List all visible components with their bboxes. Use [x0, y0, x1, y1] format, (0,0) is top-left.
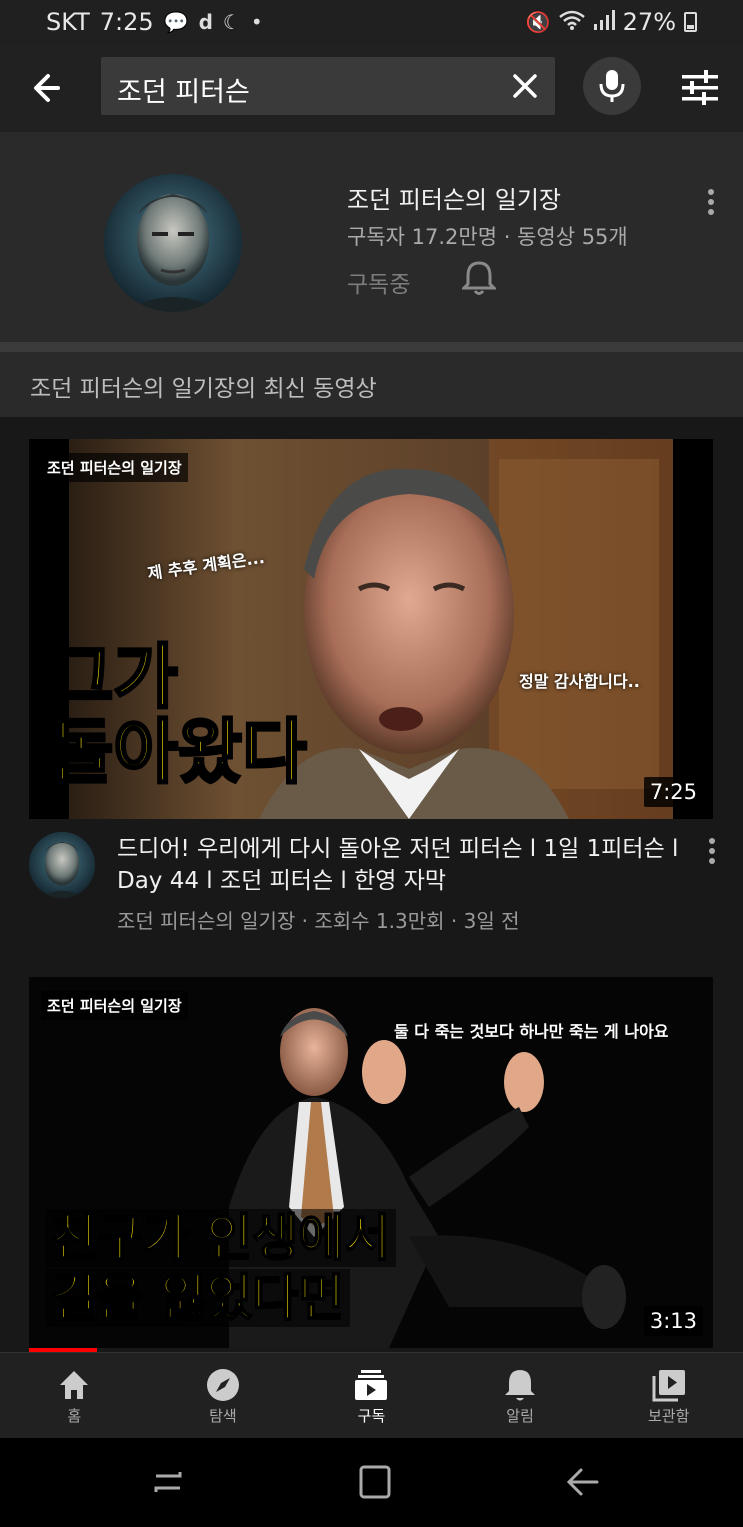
wifi-icon	[558, 10, 585, 35]
home-button-icon[interactable]	[355, 1464, 395, 1500]
recent-apps-icon[interactable]	[148, 1464, 188, 1500]
section-header: 조던 피터슨의 일기장의 최신 동영상	[0, 352, 743, 417]
channel-name[interactable]: 조던 피터슨의 일기장	[347, 180, 561, 215]
search-query: 조던 피터슨	[117, 77, 250, 108]
compass-icon	[206, 1369, 239, 1401]
subscribe-state-button[interactable]: 구독중	[347, 265, 410, 299]
channel-stats: 구독자 17.2만명 · 동영상 55개	[347, 225, 628, 249]
back-button-icon[interactable]	[563, 1464, 603, 1500]
bell-icon[interactable]	[460, 260, 498, 296]
duration-badge: 7:25	[643, 777, 703, 807]
mic-icon	[599, 70, 625, 102]
search-input[interactable]: 조던 피터슨	[101, 57, 555, 115]
bell-icon	[505, 1370, 536, 1401]
thumbnail-channel-label: 조던 피터슨의 일기장	[41, 453, 188, 482]
video-channel-avatar[interactable]	[29, 832, 95, 898]
signal-icon	[593, 9, 615, 35]
nav-item-home[interactable]: 홈	[0, 1353, 149, 1438]
filter-icon[interactable]	[680, 68, 720, 108]
home-icon	[60, 1371, 89, 1399]
mute-icon: 🔇	[525, 10, 551, 34]
bottom-nav: 홈 탐색 구독 알림 보관함	[0, 1352, 743, 1438]
nav-label: 탐색	[209, 1407, 237, 1425]
thumbnail-caption: 정말 감사합니다..	[519, 672, 640, 691]
library-icon	[652, 1370, 685, 1402]
carrier-label: SKT	[46, 8, 90, 36]
thumbnail-headline: 길을 잃었다면	[45, 1268, 351, 1328]
divider	[0, 342, 743, 352]
nav-label: 보관함	[647, 1407, 690, 1425]
duration-badge: 3:13	[643, 1306, 703, 1336]
thumbnail-headline: 돌아왔다	[48, 711, 309, 793]
nav-item-explore[interactable]: 탐색	[149, 1353, 298, 1438]
back-arrow-icon[interactable]	[28, 68, 72, 108]
thumbnail-headline: 그가	[48, 636, 180, 718]
mic-button[interactable]	[583, 57, 641, 115]
video-meta: 조던 피터슨의 일기장 · 조회수 1.3만회 · 3일 전	[117, 909, 520, 933]
thumbnail-channel-label: 조던 피터슨의 일기장	[41, 991, 188, 1020]
nav-item-subscriptions[interactable]: 구독	[297, 1353, 446, 1438]
channel-card[interactable]: 조던 피터슨의 일기장 구독자 17.2만명 · 동영상 55개 구독중	[0, 132, 743, 342]
close-icon[interactable]	[511, 72, 539, 100]
system-nav-bar	[0, 1438, 743, 1527]
more-vert-icon[interactable]	[700, 187, 722, 217]
dot-icon: •	[250, 10, 263, 34]
status-bar: SKT 7:25 💬 d ☾ • 🔇 27%	[0, 0, 743, 44]
nav-item-library[interactable]: 보관함	[594, 1353, 743, 1438]
battery-icon	[684, 12, 697, 32]
thumbnail-headline: 친구가 인생에서	[45, 1208, 397, 1268]
thumbnail-caption: 둘 다 죽는 것보다 하나만 죽는 게 나아요	[394, 1022, 669, 1041]
search-bar: 조던 피터슨	[0, 44, 743, 132]
channel-avatar[interactable]	[104, 174, 242, 312]
nav-item-notifications[interactable]: 알림	[446, 1353, 595, 1438]
video-title[interactable]: 드디어! 우리에게 다시 돌아온 저던 피터슨 l 1일 1피터슨 l Day …	[117, 833, 687, 897]
d-icon: d	[198, 10, 213, 34]
more-vert-icon[interactable]	[702, 836, 722, 866]
nav-label: 홈	[67, 1407, 82, 1425]
moon-icon: ☾	[222, 10, 241, 34]
section-title: 조던 피터슨의 일기장의 최신 동영상	[30, 376, 377, 402]
video-thumbnail[interactable]: 조던 피터슨의 일기장 제 추후 계획은... 정말 감사합니다.. 그가 돌아…	[29, 439, 713, 819]
subscriptions-icon	[355, 1370, 388, 1400]
video-thumbnail[interactable]: 조던 피터슨의 일기장 둘 다 죽는 것보다 하나만 죽는 게 나아요 친구가 …	[29, 977, 713, 1348]
clock: 7:25	[99, 8, 154, 36]
nav-label: 구독	[357, 1407, 386, 1425]
nav-label: 알림	[506, 1407, 534, 1425]
battery-percent: 27%	[622, 8, 676, 36]
talk-icon: 💬	[163, 10, 189, 34]
